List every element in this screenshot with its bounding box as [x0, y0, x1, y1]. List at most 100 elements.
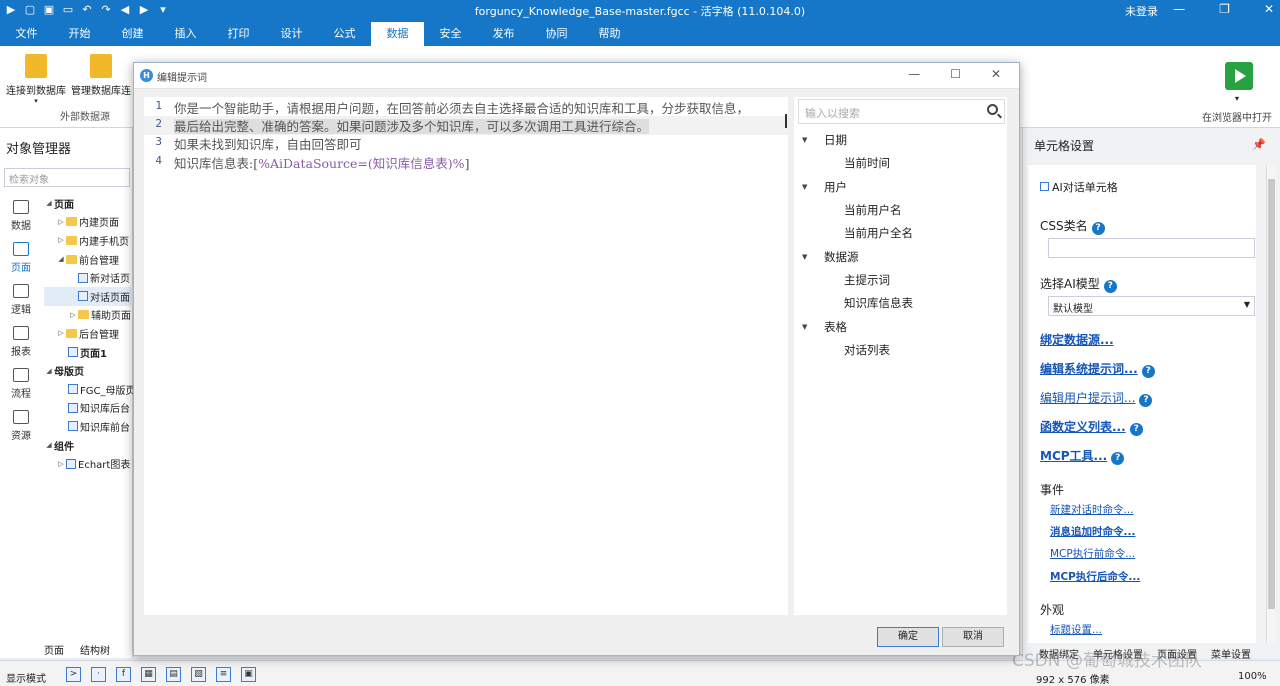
help-icon[interactable]: ? — [1129, 423, 1143, 436]
tree-item[interactable]: ▷ 辅助页面 — [44, 306, 133, 325]
help-icon[interactable]: ? — [1141, 365, 1155, 378]
line-number: 4 — [155, 154, 162, 167]
help-icon[interactable]: ? — [1111, 452, 1125, 465]
search-icon[interactable] — [987, 104, 998, 115]
tree-item-chat-list[interactable]: 对话列表 — [794, 339, 1007, 362]
tab-design[interactable]: 设计 — [265, 22, 318, 46]
bind-datasource-link[interactable]: 绑定数据源... — [1040, 333, 1114, 347]
tree-item[interactable]: ▷ Echart图表 — [44, 454, 133, 473]
tree-item-main-prompt[interactable]: 主提示词 — [794, 269, 1007, 292]
run-in-browser-icon[interactable] — [1225, 62, 1253, 90]
tab-data[interactable]: 数据 — [371, 22, 424, 46]
help-icon[interactable]: ? — [1091, 222, 1105, 235]
table-icon[interactable]: ▦ — [141, 667, 156, 682]
title-settings-row: 标题设置... — [1050, 622, 1102, 637]
tree-group-datasource[interactable]: ▼ 数据源 — [794, 246, 1007, 269]
tab-start[interactable]: 开始 — [53, 22, 106, 46]
tab-security[interactable]: 安全 — [424, 22, 477, 46]
tab-menu-settings[interactable]: 菜单设置 — [1211, 646, 1251, 661]
tree-item-current-time[interactable]: 当前时间 — [794, 152, 1007, 175]
edit-system-prompt-link[interactable]: 编辑系统提示词... — [1040, 362, 1138, 376]
help-icon[interactable]: ? — [1139, 394, 1153, 407]
expanded-icon: ◢ — [46, 366, 52, 375]
tab-help[interactable]: 帮助 — [583, 22, 636, 46]
terminal-icon[interactable]: > — [66, 667, 81, 682]
event-message-append-link[interactable]: 消息追加时命令... — [1050, 526, 1135, 538]
tree-item[interactable]: 知识库后台 — [44, 399, 133, 418]
cancel-button[interactable]: 取消 — [942, 627, 1004, 647]
tree-item-current-user-fullname[interactable]: 当前用户全名 — [794, 222, 1007, 245]
tree-item[interactable]: ◢ 组件 — [44, 436, 133, 455]
help-icon[interactable]: ? — [1103, 280, 1117, 293]
tab-create[interactable]: 创建 — [106, 22, 159, 46]
css-class-input[interactable] — [1048, 238, 1255, 258]
edit-user-prompt-link[interactable]: 编辑用户提示词... — [1040, 391, 1135, 405]
close-icon[interactable]: ✕ — [991, 67, 1001, 81]
tree-item[interactable]: ▷ 内建页面 — [44, 213, 133, 232]
prompt-editor[interactable]: 1 你是一个智能助手，请根据用户问题，在回答前必须去自主选择最合适的知识库和工具，… — [144, 97, 788, 615]
nav-data[interactable]: 数据 — [0, 194, 42, 236]
tree-item-kb-table[interactable]: 知识库信息表 — [794, 292, 1007, 315]
nav-pages[interactable]: 页面 — [0, 236, 42, 278]
tree-item-current-user[interactable]: 当前用户名 — [794, 199, 1007, 222]
tree-item[interactable]: FGC_母版页 — [44, 380, 133, 399]
event-mcp-before-link[interactable]: MCP执行前命令... — [1050, 548, 1135, 560]
tree-group-table[interactable]: ▼ 表格 — [794, 316, 1007, 339]
tree-group-date[interactable]: ▼ 日期 — [794, 129, 1007, 152]
tree-item[interactable]: ◢ 母版页 — [44, 361, 133, 380]
tab-structure[interactable]: 结构树 — [80, 642, 110, 657]
tree-item[interactable]: ◢ 页面 — [44, 194, 133, 213]
editor-line: 2 最后给出完整、准确的答案。如果问题涉及多个知识库，可以多次调用工具进行综合。 — [144, 116, 788, 135]
tree-item[interactable]: ▷ 后台管理 — [44, 324, 133, 343]
tree-item[interactable]: ▷ 内建手机页 — [44, 231, 133, 250]
tree-item[interactable]: 对话页面 — [44, 286, 133, 306]
tab-publish[interactable]: 发布 — [477, 22, 530, 46]
tree-item[interactable]: 页面1 — [44, 343, 133, 362]
minimize-icon[interactable]: — — [908, 67, 920, 81]
variable-search-input[interactable]: 输入以搜索 — [798, 99, 1005, 124]
zoom-level[interactable]: 100% — [1238, 671, 1267, 682]
form-icon[interactable]: ▣ — [241, 667, 256, 682]
run-dropdown-icon[interactable]: ▾ — [1235, 94, 1239, 103]
tree-group-user[interactable]: ▼ 用户 — [794, 176, 1007, 199]
ai-model-select[interactable]: 默认模型 ▼ — [1048, 296, 1255, 316]
tab-formula[interactable]: 公式 — [318, 22, 371, 46]
tree-item[interactable]: 知识库前台 — [44, 417, 133, 436]
pin-icon[interactable]: 📌 — [1252, 138, 1266, 151]
nav-report[interactable]: 报表 — [0, 320, 42, 362]
object-manager-tabs: 页面 结构树 — [44, 642, 110, 657]
tab-pages[interactable]: 页面 — [44, 642, 64, 657]
restore-icon[interactable]: ❐ — [1219, 2, 1230, 16]
title-settings-link[interactable]: 标题设置... — [1050, 624, 1102, 636]
manage-db-button[interactable]: 管理数据库连 — [69, 50, 133, 97]
tree-item[interactable]: ◢ 前台管理 — [44, 250, 133, 269]
tab-insert[interactable]: 插入 — [159, 22, 212, 46]
function-list-link[interactable]: 函数定义列表... — [1040, 420, 1126, 434]
nav-flow[interactable]: 流程 — [0, 362, 42, 404]
nav-resource[interactable]: 资源 — [0, 404, 42, 446]
layers-icon[interactable]: ▧ — [191, 667, 206, 682]
formula-icon[interactable]: f — [116, 667, 131, 682]
tab-collab[interactable]: 协同 — [530, 22, 583, 46]
scrollbar-thumb[interactable] — [1268, 179, 1275, 609]
list-icon[interactable]: ≡ — [216, 667, 231, 682]
bulb-icon[interactable]: · — [91, 667, 106, 682]
tab-file[interactable]: 文件 — [0, 22, 53, 46]
minimize-icon[interactable]: — — [1173, 2, 1185, 16]
object-search-input[interactable]: 检索对象 — [4, 168, 130, 187]
ok-button[interactable]: 确定 — [877, 627, 939, 647]
close-icon[interactable]: ✕ — [1264, 2, 1274, 16]
nav-logic[interactable]: 逻辑 — [0, 278, 42, 320]
collapsed-icon: ▷ — [70, 310, 76, 319]
maximize-icon[interactable]: ☐ — [950, 67, 961, 81]
login-link[interactable]: 未登录 — [1125, 3, 1158, 19]
event-new-chat-link[interactable]: 新建对话时命令... — [1050, 504, 1134, 516]
settings-scrollbar[interactable] — [1266, 165, 1276, 643]
tree-item[interactable]: 新对话页 — [44, 268, 133, 287]
event-mcp-after-link[interactable]: MCP执行后命令... — [1050, 571, 1140, 583]
master-page-icon — [68, 421, 78, 432]
chart-icon[interactable]: ▤ — [166, 667, 181, 682]
mcp-tools-link[interactable]: MCP工具... — [1040, 449, 1107, 463]
connect-db-button[interactable]: 连接到数据库 ▾ — [5, 50, 67, 105]
tab-print[interactable]: 打印 — [212, 22, 265, 46]
